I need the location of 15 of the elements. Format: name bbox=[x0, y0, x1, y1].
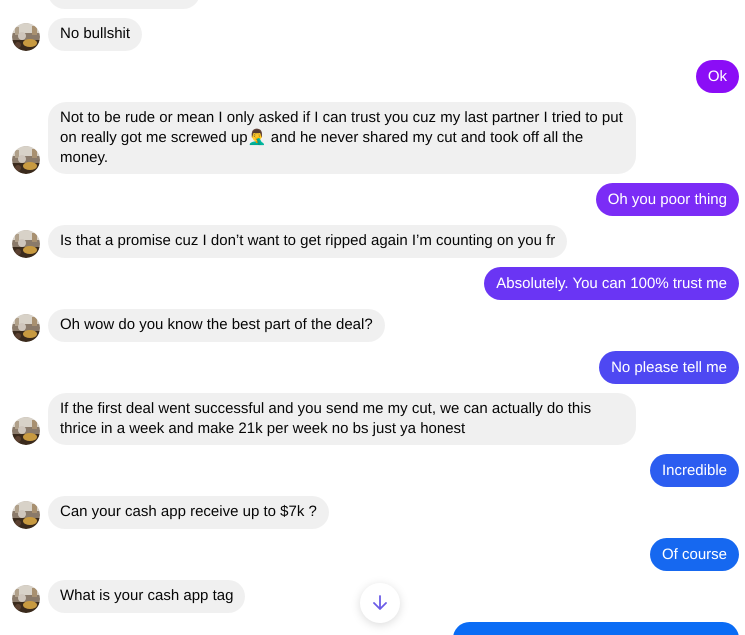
message-bubble: Can your cash app receive up to $7k ? bbox=[48, 496, 329, 529]
message-bubble: What is your cash app tag bbox=[48, 580, 246, 613]
message-bubble: Absolutely. You can 100% trust me bbox=[484, 267, 739, 300]
message-bubble: Not to be rude or mean I only asked if I can trust you cuz my last partner I tried to put on really got me screwed up🤦‍♂ and he never shared my cut and took off all the money. bbox=[48, 102, 636, 174]
message-bubble: If the first deal went successful and you send me my cut, we can actually do this thrice in a week and make 21k per week no bs just ya honest bbox=[48, 393, 636, 445]
message-bubble: Of course bbox=[650, 538, 739, 571]
message-bubble: Is that a promise cuz I don’t want to get ripped again I’m counting on you fr bbox=[48, 225, 568, 258]
arrow-down-icon bbox=[372, 594, 388, 612]
message-bubble: No please tell me bbox=[599, 351, 739, 384]
scroll-down-button[interactable] bbox=[360, 583, 400, 623]
message-bubble: No bullshit bbox=[48, 18, 142, 51]
message-bubble: Ok bbox=[696, 60, 739, 93]
message-bubble: Oh wow do you know the best part of the deal? bbox=[48, 309, 385, 342]
message-bubble: Oh you poor thing bbox=[596, 183, 739, 216]
message-bubble: Incredible bbox=[650, 454, 739, 487]
